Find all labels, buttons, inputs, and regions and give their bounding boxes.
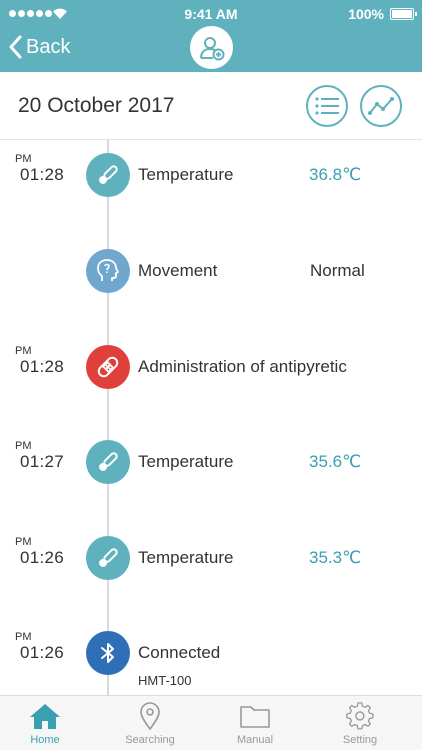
entry-label: Temperature [138,165,234,184]
folder-icon [240,706,270,728]
user-add-icon [199,36,224,60]
tab-label: Searching [125,734,175,746]
timeline-entry[interactable]: PM 01:27 Temperature 35.6℃ [0,440,422,510]
gear-icon [346,702,374,730]
battery-percentage: 100% [348,6,384,22]
battery-icon [390,8,417,20]
bandage-icon [86,345,130,389]
line-chart-icon [368,97,394,115]
thermometer-icon [86,153,130,197]
entry-value: 36.8℃ [309,165,362,184]
entry-ampm: PM [15,631,32,643]
date-title: 20 October 2017 [18,94,175,117]
entry-ampm: PM [15,440,32,452]
entry-value: 35.6℃ [309,452,362,471]
add-profile-button[interactable] [190,26,233,69]
timeline-entry[interactable]: Movement Normal [0,249,422,319]
list-view-button[interactable] [306,85,348,127]
list-icon [315,97,339,115]
tab-searching[interactable]: Searching [105,696,195,750]
timeline-entry[interactable]: PM 01:28 Temperature 36.8℃ [0,153,422,223]
entry-label: Movement [138,261,218,280]
entry-time: 01:27 [20,452,65,471]
tab-label: Manual [236,734,274,746]
entry-time: 01:26 [20,643,65,662]
tab-manual[interactable]: Manual [210,696,300,750]
entry-value: 35.3℃ [309,548,362,567]
back-button[interactable]: Back [8,32,70,62]
timeline-line [107,140,109,695]
bluetooth-icon [86,631,130,675]
entry-time: 01:28 [20,165,65,184]
location-pin-icon [140,702,160,731]
tab-label: Home [30,734,60,746]
entry-ampm: PM [15,153,32,165]
entry-ampm: PM [15,536,32,548]
entry-label: Administration of antipyretic [138,357,347,376]
home-icon [30,704,60,729]
tab-label: Setting [342,734,378,746]
entry-device-name: HMT-100 [138,673,192,688]
entry-time: 01:28 [20,357,65,376]
chevron-left-icon [9,35,22,59]
entry-label: Temperature [138,452,234,471]
timeline-entry[interactable]: PM 01:26 Temperature 35.3℃ [0,536,422,606]
tab-setting[interactable]: Setting [315,696,405,750]
entry-time: 01:26 [20,548,65,567]
entry-value: Normal [310,261,365,280]
entry-ampm: PM [15,345,32,357]
timeline-entry[interactable]: PM 01:26 Connected HMT-100 [0,631,422,695]
timeline[interactable]: PM 01:28 Temperature 36.8℃ Movement Norm… [0,140,422,695]
tab-home[interactable]: Home [0,696,90,750]
thermometer-icon [86,536,130,580]
head-icon [86,249,130,293]
entry-label: Temperature [138,548,234,567]
timeline-entry[interactable]: PM 01:28 Administration of antipyretic [0,345,422,415]
chart-view-button[interactable] [360,85,402,127]
entry-label: Connected [138,643,221,662]
thermometer-icon [86,440,130,484]
back-label: Back [26,35,71,58]
date-row: 20 October 2017 [0,72,422,140]
tab-bar: Home Searching Manual Setting [0,695,422,750]
header: 9:41 AM 100% Back [0,0,422,72]
